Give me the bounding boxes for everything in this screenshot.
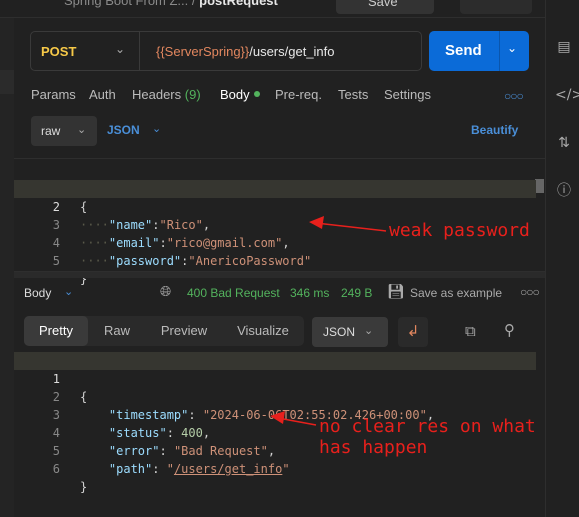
collection-name[interactable]: Spring Boot From Z...	[64, 0, 188, 8]
response-body-label[interactable]: Body	[24, 286, 51, 300]
save-icon[interactable]: 💾︎	[387, 284, 405, 300]
response-bar: Body ⌄ 🌐︎ 400 Bad Request 346 ms 249 B 💾…	[24, 284, 544, 302]
more-tabs-icon[interactable]: ○○○	[504, 89, 524, 103]
save-button[interactable]: Save	[336, 0, 434, 14]
chevron-down-icon: ⌄	[364, 324, 374, 337]
response-time[interactable]: 346 ms	[290, 286, 329, 300]
chevron-down-icon[interactable]: ⌄	[152, 122, 161, 135]
url-variable: {{ServerSpring}}	[156, 44, 250, 59]
response-view-tabs: Pretty Raw Preview Visualize	[24, 316, 304, 346]
tab-tests[interactable]: Tests	[338, 87, 368, 102]
send-button[interactable]: Send ⌄	[429, 31, 529, 71]
related-icon[interactable]: ⇅	[555, 134, 573, 152]
chevron-down-icon[interactable]: ⌄	[64, 285, 73, 298]
code-line: 2 "timestamp": "2024-06-06T02:55:02.426+…	[52, 390, 435, 422]
status-code[interactable]: 400 Bad Request	[187, 286, 280, 300]
left-sidebar-edge	[0, 18, 14, 517]
body-indicator-dot	[253, 91, 260, 97]
info-icon[interactable]: ⓘ	[555, 182, 573, 200]
body-mode-select[interactable]: raw ⌄	[31, 116, 97, 146]
path-link[interactable]: /users/get_info	[174, 462, 282, 476]
response-body-viewer[interactable]: 1 { 2 "timestamp": "2024-06-06T02:55:02.…	[14, 348, 545, 494]
url-path: /users/get_info	[249, 44, 335, 59]
scrollbar[interactable]	[535, 179, 544, 193]
url-input[interactable]: {{ServerSpring}}/users/get_info	[156, 44, 335, 59]
code-line: 3 "status": 400,	[52, 408, 211, 440]
chevron-down-icon: ⌄	[77, 123, 87, 136]
tab-preview[interactable]: Preview	[148, 316, 220, 346]
request-name[interactable]: postRequest	[199, 0, 278, 8]
pane-resizer[interactable]	[14, 272, 545, 278]
headers-count: (9)	[184, 87, 201, 102]
tab-pretty[interactable]: Pretty	[24, 316, 88, 346]
tab-visualize[interactable]: Visualize	[222, 316, 304, 346]
docs-icon[interactable]: ▤	[555, 38, 573, 56]
body-language-select[interactable]: JSON	[107, 123, 140, 137]
code-icon[interactable]: </>	[555, 86, 579, 104]
url-bar: POST ⌄ {{ServerSpring}}/users/get_info	[30, 31, 422, 71]
method-select[interactable]: POST	[41, 44, 76, 59]
chevron-down-icon[interactable]: ⌄	[115, 42, 125, 56]
globe-icon[interactable]: 🌐︎	[160, 284, 171, 300]
breadcrumb: Spring Boot From Z... / postRequest	[64, 0, 278, 8]
response-size[interactable]: 249 B	[341, 286, 372, 300]
tab-headers[interactable]: Headers (9)	[132, 87, 201, 102]
tab-auth[interactable]: Auth	[89, 87, 116, 102]
response-format-select[interactable]: JSON ⌄	[312, 317, 388, 347]
copy-icon[interactable]: ⧉	[465, 322, 476, 340]
tab-raw[interactable]: Raw	[88, 316, 146, 346]
save-as-example-button[interactable]: Save as example	[410, 286, 502, 300]
annotation-unclear-response-line1: no clear res on what	[319, 416, 536, 437]
edit-button[interactable]	[460, 0, 532, 14]
tab-settings[interactable]: Settings	[384, 87, 431, 102]
send-options-chevron-icon[interactable]: ⌄	[507, 41, 517, 55]
wrap-lines-icon[interactable]: ↲	[398, 317, 428, 347]
top-header: Spring Boot From Z... / postRequest Save	[0, 0, 545, 18]
code-line: 1 {	[14, 352, 536, 404]
code-line: 3 ····"email":"rico@gmail.com",	[52, 218, 290, 250]
request-body-editor[interactable]: 1 { 2 ····"name":"Rico", 3 ····"email":"…	[14, 158, 545, 286]
beautify-button[interactable]: Beautify	[471, 123, 518, 137]
tab-pre-request[interactable]: Pre-req.	[275, 87, 322, 102]
annotation-unclear-response-line2: has happen	[319, 437, 428, 458]
right-rail: ▤ </> ⇅ ⓘ	[545, 0, 579, 517]
more-options-icon[interactable]: ○○○	[520, 285, 540, 299]
code-line: 2 ····"name":"Rico",	[14, 180, 536, 232]
code-line: 6 }	[52, 462, 88, 494]
tab-params[interactable]: Params	[31, 87, 76, 102]
tab-body[interactable]: Body	[220, 87, 260, 102]
code-line: 1 {	[53, 182, 88, 214]
search-icon[interactable]: ⚲	[504, 321, 515, 339]
annotation-weak-password: weak password	[389, 220, 530, 241]
